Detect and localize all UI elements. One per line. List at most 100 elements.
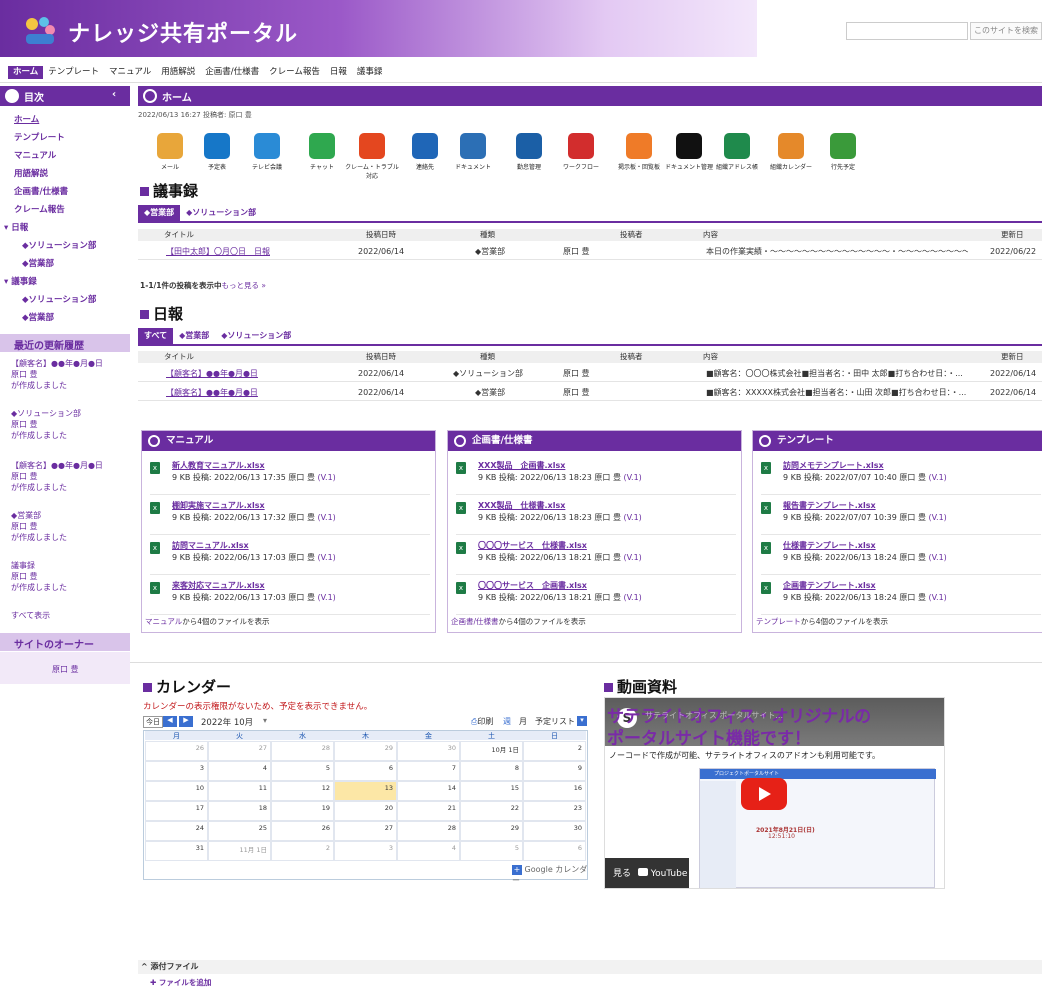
calendar-day[interactable]: 30 [523,821,586,841]
calendar-day[interactable]: 20 [334,801,397,821]
app-launcher-item[interactable]: 組織カレンダー [764,133,818,171]
calendar-day[interactable]: 7 [397,761,460,781]
calendar-day[interactable]: 19 [271,801,334,821]
calendar-day[interactable]: 10月 1日 [460,741,523,761]
app-launcher-item[interactable]: ドキュメント管理 [662,133,716,171]
sidebar-item-minutes[interactable]: ▾ 議事録 [4,275,37,287]
app-launcher-item[interactable]: 予定表 [190,133,244,171]
file-link[interactable]: 来客対応マニュアル.xlsx [172,580,265,591]
calendar-day[interactable]: 26 [145,741,208,761]
app-launcher-item[interactable]: クレーム・トラブル対応 [345,133,399,180]
sidebar-item-minutes-solution[interactable]: ◆ソリューション部 [22,293,96,305]
sidebar-item-proposals[interactable]: 企画書/仕様書 [14,185,68,197]
file-link[interactable]: 新人教育マニュアル.xlsx [172,460,265,471]
site-search-input[interactable] [846,22,968,40]
sidebar-item-daily-sales[interactable]: ◆営業部 [22,257,54,269]
daily-row-title[interactable]: 【顧客名】●●年●月●日 [166,365,258,382]
calendar-day[interactable]: 30 [397,741,460,761]
calendar-day[interactable]: 9 [523,761,586,781]
file-link[interactable]: 〇〇〇サービス 企画書.xlsx [478,580,587,591]
calendar-day[interactable]: 29 [334,741,397,761]
calendar-day[interactable]: 31 [145,841,208,861]
calendar-day[interactable]: 6 [523,841,586,861]
sidebar-item-daily-solution[interactable]: ◆ソリューション部 [22,239,96,251]
calendar-day[interactable]: 27 [208,741,271,761]
calendar-day[interactable]: 12 [271,781,334,801]
topnav-templates[interactable]: テンプレート [43,66,104,79]
sidebar-item-minutes-sales[interactable]: ◆営業部 [22,311,54,323]
calendar-day[interactable]: 8 [460,761,523,781]
view-month[interactable]: 月 [519,716,527,727]
calendar-day[interactable]: 29 [460,821,523,841]
calendar-day[interactable]: 27 [334,821,397,841]
video-player[interactable]: S サテライトオフィス・オリジナルの ポータルサイト機能です！ サテライトオフィ… [604,697,945,889]
collapse-chevron-icon[interactable]: ‹ [112,89,116,100]
app-launcher-item[interactable]: メール [143,133,197,171]
calendar-day[interactable]: 25 [208,821,271,841]
app-launcher-item[interactable]: 掲示板・回覧板 [612,133,666,171]
panel-footer-link[interactable]: マニュアル [145,617,182,626]
app-launcher-item[interactable]: テレビ会議 [240,133,294,171]
calendar-day[interactable]: 2 [523,741,586,761]
file-link[interactable]: XXX製品 企画書.xlsx [478,460,565,471]
file-link[interactable]: 棚卸実施マニュアル.xlsx [172,500,265,511]
topnav-daily[interactable]: 日報 [325,66,352,79]
site-search-button[interactable]: このサイトを検索 [970,22,1042,40]
calendar-day[interactable]: 16 [523,781,586,801]
attachments-header[interactable]: ^ 添付ファイル [138,960,1042,974]
app-launcher-item[interactable]: 勤怠管理 [502,133,556,171]
calendar-day[interactable]: 10 [145,781,208,801]
calendar-day[interactable]: 18 [208,801,271,821]
google-calendar-badge[interactable]: + Google カレンダー [512,864,588,885]
calendar-day[interactable]: 24 [145,821,208,841]
sidebar-item-glossary[interactable]: 用語解説 [14,167,48,179]
app-launcher-item[interactable]: ワークフロー [554,133,608,171]
file-link[interactable]: 訪問マニュアル.xlsx [172,540,249,551]
topnav-minutes[interactable]: 議事録 [352,66,388,79]
month-dropdown-icon[interactable]: ▾ [263,716,267,725]
sidebar-item-claims[interactable]: クレーム報告 [14,203,65,215]
watch-on-youtube-button[interactable]: 見る YouTube [605,858,689,888]
app-launcher-item[interactable]: 連絡先 [398,133,452,171]
next-month-icon[interactable]: ▶ [179,716,193,727]
calendar-day[interactable]: 13 [334,781,397,801]
more-link[interactable]: もっと見る » [222,281,266,290]
daily-row-title[interactable]: 【顧客名】●●年●月●日 [166,384,258,401]
topnav-claims[interactable]: クレーム報告 [264,66,325,79]
panel-footer-link[interactable]: 企画書/仕様書 [451,617,499,626]
minutes-row-title[interactable]: 【田中太郎】〇月〇日 日報 [166,243,270,260]
file-link[interactable]: XXX製品 仕様書.xlsx [478,500,565,511]
topnav-manuals[interactable]: マニュアル [104,66,156,79]
show-all-link[interactable]: すべて表示 [11,610,50,621]
topnav-proposals[interactable]: 企画書/仕様書 [200,66,264,79]
update-entry[interactable]: 【顧客名】●●年●月●日 原口 豊が作成しました [11,460,103,493]
calendar-day[interactable]: 14 [397,781,460,801]
owner-name[interactable]: 原口 豊 [52,664,79,675]
month-label[interactable]: 2022年 10月 [201,716,253,728]
sidebar-item-home[interactable]: ホーム [14,113,39,125]
calendar-day[interactable]: 28 [397,821,460,841]
calendar-day[interactable]: 2 [271,841,334,861]
tab-minutes-solution[interactable]: ◆ソリューション部 [180,205,262,221]
calendar-day[interactable]: 4 [397,841,460,861]
calendar-day[interactable]: 23 [523,801,586,821]
calendar-day[interactable]: 6 [334,761,397,781]
panel-footer-link[interactable]: テンプレート [756,617,801,626]
app-launcher-item[interactable]: 行先予定 [816,133,870,171]
topnav-home[interactable]: ホーム [8,66,44,79]
calendar-day[interactable]: 5 [271,761,334,781]
update-entry[interactable]: 【顧客名】●●年●月●日 原口 豊が作成しました [11,358,103,391]
print-button[interactable]: ⎙印刷 [471,716,493,727]
calendar-day[interactable]: 28 [271,741,334,761]
calendar-day[interactable]: 22 [460,801,523,821]
update-entry[interactable]: 議事録 原口 豊が作成しました [11,560,67,593]
tab-daily-sales[interactable]: ◆営業部 [173,328,215,344]
view-dropdown-icon[interactable]: ▾ [577,716,587,726]
calendar-day[interactable]: 3 [145,761,208,781]
today-button[interactable]: 今日 [143,716,163,728]
portal-title[interactable]: ナレッジ共有ポータル [68,16,298,48]
calendar-day[interactable]: 3 [334,841,397,861]
calendar-day[interactable]: 11 [208,781,271,801]
file-link[interactable]: 報告書テンプレート.xlsx [783,500,876,511]
file-link[interactable]: 訪問メモテンプレート.xlsx [783,460,884,471]
